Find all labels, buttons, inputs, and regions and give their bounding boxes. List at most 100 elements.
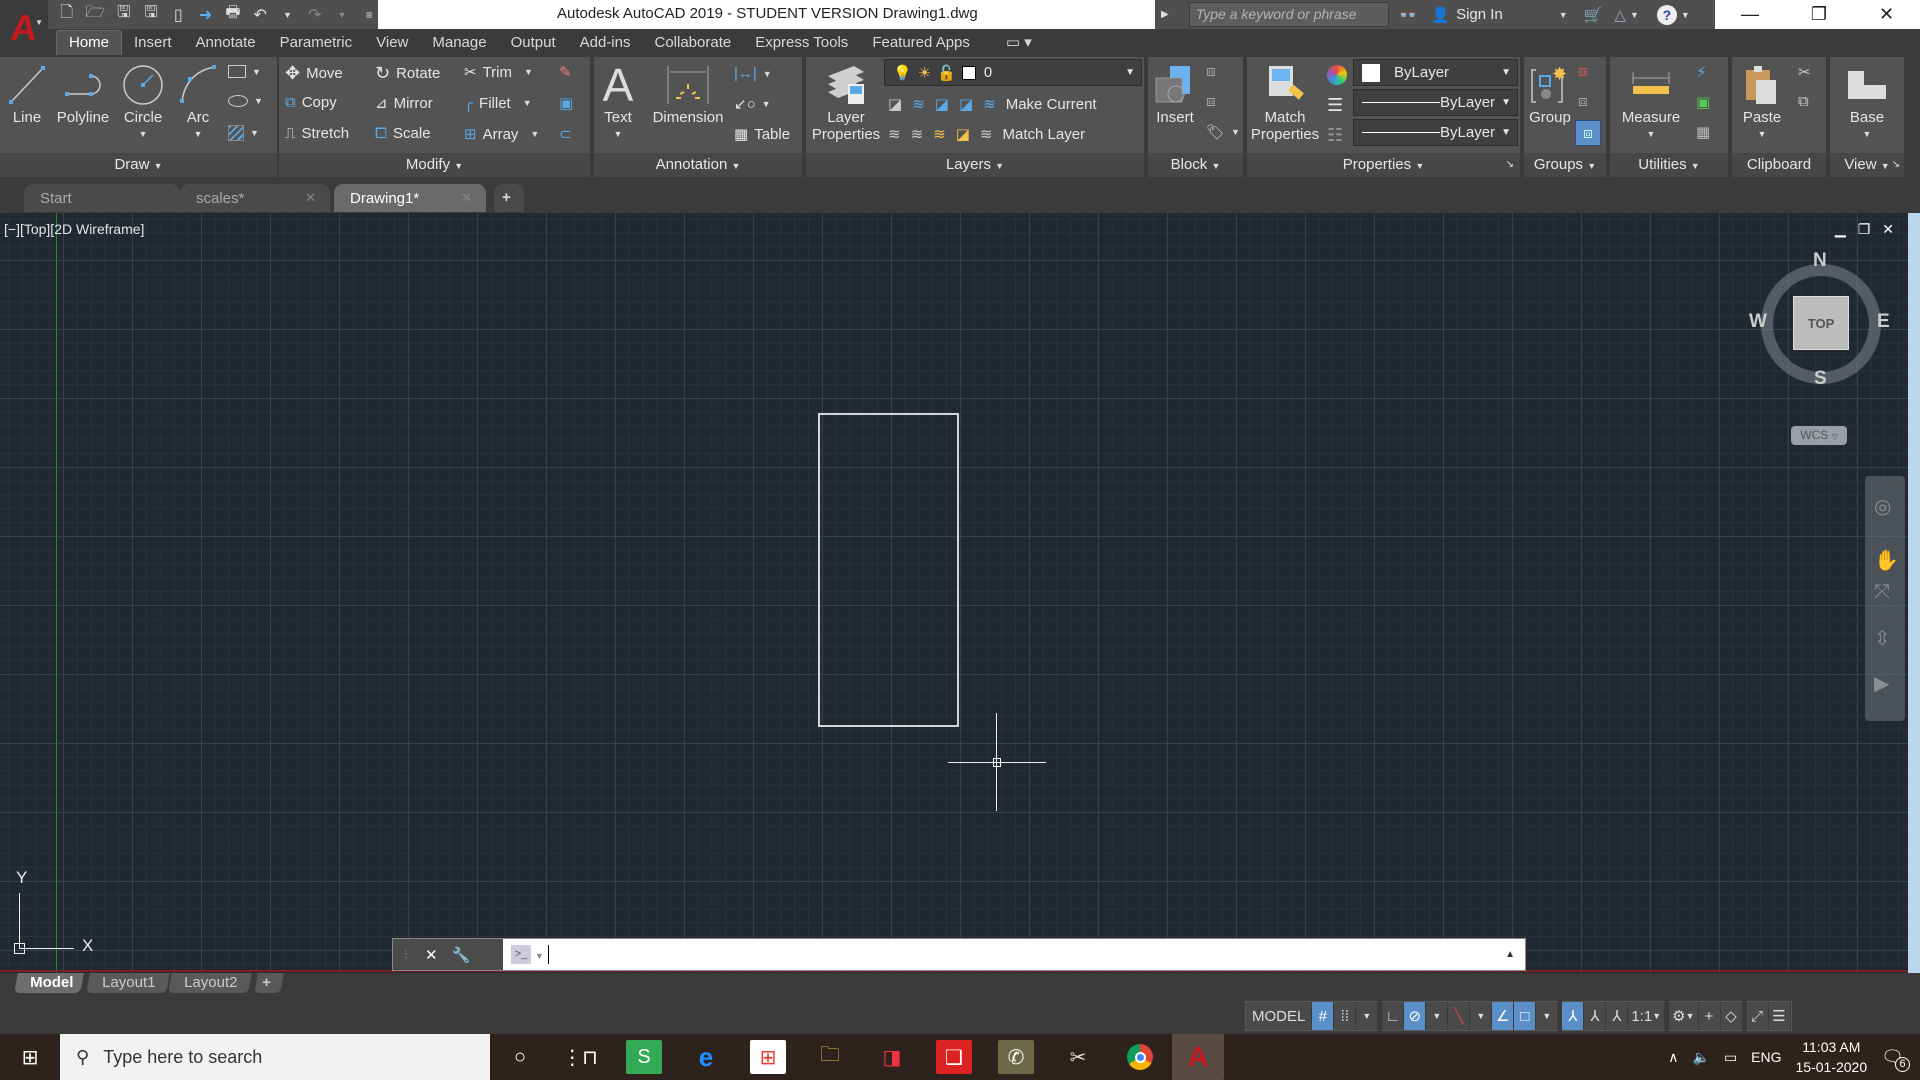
match-properties-button[interactable]: Match Properties xyxy=(1249,61,1321,143)
undo-icon[interactable]: ↶ xyxy=(252,5,269,25)
polar-dropdown[interactable]: ▼ xyxy=(1426,1002,1449,1030)
compass-north[interactable]: N xyxy=(1813,250,1827,272)
wcs-menu[interactable]: WCS ▽ xyxy=(1791,426,1847,445)
close-icon[interactable]: ✕ xyxy=(1879,4,1894,25)
chrome-icon[interactable] xyxy=(1122,1040,1158,1074)
customize-qat-icon[interactable]: ≡ xyxy=(361,5,378,25)
chevron-down-icon[interactable]: ▼ xyxy=(1630,10,1639,20)
layer-dropdown[interactable]: 💡 ☀ 🔓 0 ▼ xyxy=(884,59,1142,86)
drawn-rectangle[interactable] xyxy=(818,413,959,727)
undo-dropdown-icon[interactable]: ▼ xyxy=(279,5,296,25)
redo-dropdown-icon[interactable]: ▼ xyxy=(333,5,350,25)
panel-title-layers[interactable]: Layers ▼ xyxy=(806,153,1144,177)
match-layer-button[interactable]: Match Layer xyxy=(1003,126,1086,143)
tab-express-tools[interactable]: Express Tools xyxy=(743,31,860,55)
ellipse-button[interactable]: ▼ xyxy=(228,95,263,107)
layer-thaw-all-icon[interactable]: ≋ xyxy=(933,125,946,143)
edit-block-button[interactable]: ⧈ xyxy=(1206,93,1216,110)
close-command-line-icon[interactable]: ✕ xyxy=(425,946,438,964)
customization-menu[interactable]: ☰ xyxy=(1769,1002,1791,1030)
command-prompt-icon[interactable]: >_ xyxy=(511,945,531,964)
file-tab-start[interactable]: Start xyxy=(24,184,180,212)
polyline-button[interactable]: Polyline xyxy=(52,61,114,126)
customize-wrench-icon[interactable]: 🔧 xyxy=(452,946,471,964)
rotate-button[interactable]: ↻ Rotate xyxy=(375,63,440,84)
snipping-tool-icon[interactable]: ✂ xyxy=(1060,1040,1096,1074)
viewport-close-icon[interactable]: ✕ xyxy=(1882,221,1894,238)
action-center-icon[interactable]: 🗨 6 xyxy=(1881,1047,1910,1072)
trim-button[interactable]: ✂ Trim ▼ xyxy=(464,63,533,82)
annotation-visibility-toggle[interactable]: ⅄ xyxy=(1562,1002,1585,1030)
create-block-button[interactable]: ⧈ xyxy=(1206,63,1216,80)
quick-select-button[interactable]: ⚡ xyxy=(1696,63,1707,81)
panel-title-utilities[interactable]: Utilities ▼ xyxy=(1610,153,1728,177)
base-view-button[interactable]: Base ▼ xyxy=(1840,61,1894,143)
panel-title-modify[interactable]: Modify ▼ xyxy=(279,153,590,177)
pan-icon[interactable]: ✋ xyxy=(1874,548,1899,573)
layer-lock-icon[interactable]: ◪ xyxy=(959,95,973,113)
start-button[interactable]: ⊞ xyxy=(0,1034,60,1080)
auto-scale-toggle[interactable]: ⅄ xyxy=(1584,1002,1607,1030)
calculator-button[interactable]: ▦ xyxy=(1696,123,1710,141)
table-button[interactable]: ▦ Table xyxy=(734,125,790,144)
zoom-extents-icon[interactable]: ⤧ xyxy=(1874,581,1890,604)
tab-output[interactable]: Output xyxy=(499,31,568,55)
ortho-toggle[interactable]: ∟ xyxy=(1382,1002,1405,1030)
rectangle-button[interactable]: ▼ xyxy=(228,65,261,78)
store-icon[interactable]: ⊞ xyxy=(750,1040,786,1074)
fillet-button[interactable]: ╭ Fillet ▼ xyxy=(464,94,532,113)
isodraft-dropdown[interactable]: ▼ xyxy=(1470,1002,1493,1030)
color-dropdown[interactable]: ByLayer ▼ xyxy=(1353,59,1518,86)
panel-title-draw[interactable]: Draw ▼ xyxy=(0,153,277,177)
volume-icon[interactable]: 🔈 xyxy=(1693,1049,1710,1066)
a360-icon[interactable]: △ xyxy=(1614,6,1626,24)
circle-button[interactable]: Circle ▼ xyxy=(118,61,168,143)
reader-icon[interactable]: ❑ xyxy=(936,1040,972,1074)
cortana-icon[interactable]: ○ xyxy=(502,1040,538,1074)
panel-title-properties[interactable]: Properties ▼ ↘ xyxy=(1247,153,1520,177)
panel-title-block[interactable]: Block ▼ xyxy=(1148,153,1243,177)
layer-freeze-icon[interactable]: ◪ xyxy=(935,95,949,113)
select-all-button[interactable]: ▣ xyxy=(1696,93,1710,111)
orbit-icon[interactable]: ⇳ xyxy=(1874,626,1891,651)
ribbon-display-toggle[interactable]: ▭ ▾ xyxy=(982,30,1044,55)
compass-east[interactable]: E xyxy=(1877,311,1890,333)
group-edit-button[interactable]: ⧈ xyxy=(1578,93,1588,110)
grid-toggle[interactable]: # xyxy=(1312,1002,1335,1030)
object-snap-tracking-toggle[interactable]: ∠ xyxy=(1492,1002,1515,1030)
hatch-button[interactable]: ▼ xyxy=(228,125,259,141)
layer-on-all-icon[interactable]: ≋ xyxy=(888,125,901,143)
compass-west[interactable]: W xyxy=(1749,311,1767,333)
snap-dropdown[interactable]: ▼ xyxy=(1356,1002,1379,1030)
tab-home[interactable]: Home xyxy=(56,30,123,55)
save-as-icon[interactable]: 🖫 xyxy=(142,4,159,25)
dialog-launcher-icon[interactable]: ↘ xyxy=(1892,153,1900,177)
new-layout-button[interactable]: + xyxy=(254,973,284,993)
make-current-button[interactable]: Make Current xyxy=(1006,96,1097,113)
lineweight-dropdown[interactable]: ByLayer ▼ xyxy=(1353,89,1518,116)
group-selection-toggle[interactable]: ⧈ xyxy=(1575,120,1601,146)
move-button[interactable]: ✥ Move xyxy=(285,63,343,84)
tab-featured-apps[interactable]: Featured Apps xyxy=(860,31,982,55)
expand-arrow-icon[interactable]: ▶ xyxy=(1161,9,1169,20)
save-icon[interactable]: 🖫 xyxy=(115,4,132,25)
viewport-controls-label[interactable]: [−][Top][2D Wireframe] xyxy=(4,221,144,237)
tab-collaborate[interactable]: Collaborate xyxy=(642,31,743,55)
cut-button[interactable]: ✂ xyxy=(1798,63,1811,81)
chevron-down-icon[interactable]: ▼ xyxy=(1681,10,1690,20)
command-history-toggle[interactable]: ▲ xyxy=(1505,949,1515,970)
compass-south[interactable]: S xyxy=(1814,368,1827,390)
clean-screen-toggle[interactable]: ⤢ xyxy=(1747,1002,1769,1030)
dialog-launcher-icon[interactable]: ↘ xyxy=(1506,153,1514,177)
task-view-icon[interactable]: ⋮⊓ xyxy=(562,1040,598,1074)
taskbar-search[interactable]: ⚲ Type here to search xyxy=(60,1034,490,1080)
viewport-minimize-icon[interactable]: ▁ xyxy=(1835,221,1846,238)
close-tab-icon[interactable]: ✕ xyxy=(305,190,316,206)
layer-unlock-all-icon[interactable]: ◪ xyxy=(956,125,970,143)
redo-icon[interactable]: ↷ xyxy=(306,5,323,25)
panel-title-annotation[interactable]: Annotation ▼ xyxy=(594,153,802,177)
drawing-viewport[interactable]: [−][Top][2D Wireframe] ▁ ❐ ✕ TOP N S W E… xyxy=(0,213,1908,973)
dimension-button[interactable]: Dimension xyxy=(650,61,726,126)
array-button[interactable]: ⊞ Array ▼ xyxy=(464,125,539,144)
battery-icon[interactable]: ▭ xyxy=(1724,1049,1737,1066)
